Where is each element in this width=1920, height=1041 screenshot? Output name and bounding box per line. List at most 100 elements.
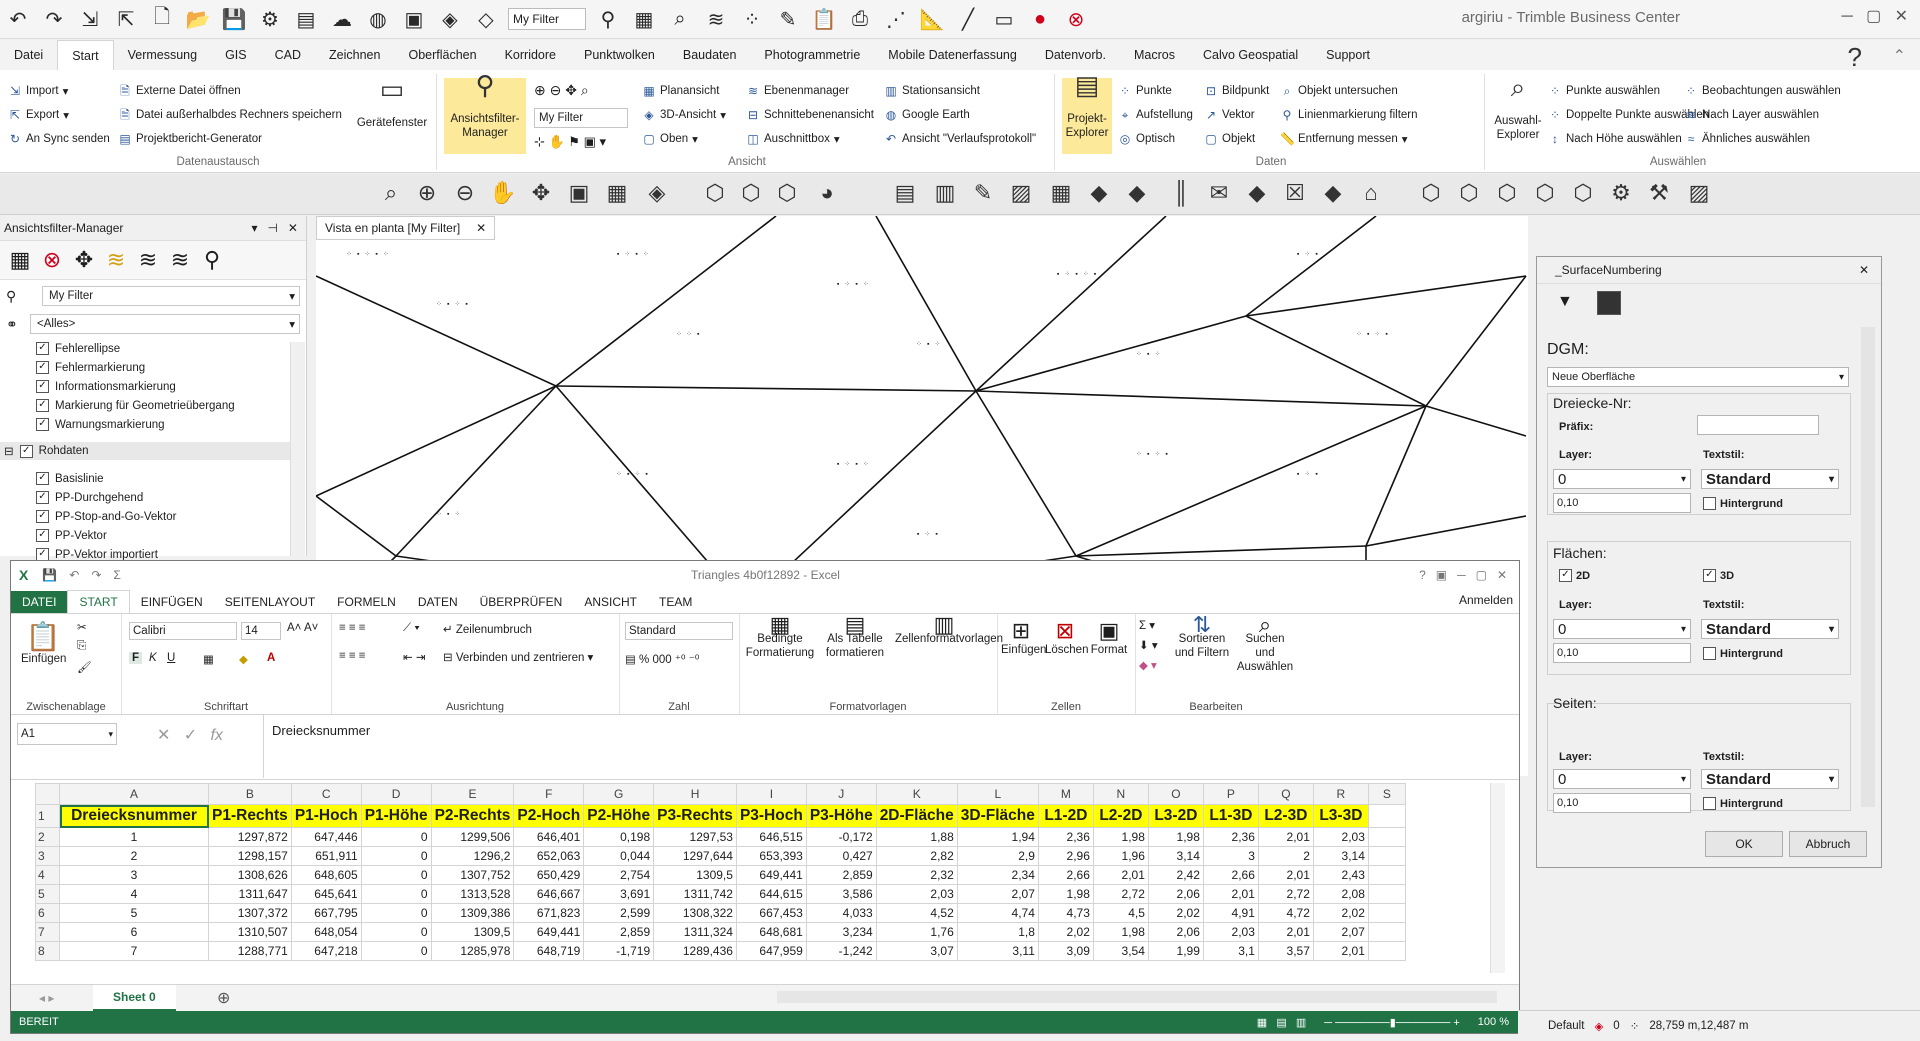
row-number[interactable]: 6 bbox=[35, 903, 60, 923]
header-cell[interactable]: Dreiecksnummer bbox=[59, 804, 209, 828]
data-cell[interactable]: 1288,771 bbox=[208, 941, 292, 961]
empty-cell[interactable] bbox=[1367, 846, 1406, 866]
data-cell[interactable]: 1,98 bbox=[1147, 827, 1204, 847]
tab-punktwolken[interactable]: Punktwolken bbox=[570, 40, 669, 70]
line-marker-filter-button[interactable]: ⚲ Linienmarkierung filtern bbox=[1280, 108, 1418, 122]
select-by-height-button[interactable]: ↕ Nach Höhe auswählen bbox=[1548, 132, 1682, 146]
python-icon[interactable]: ◆ bbox=[1318, 178, 1348, 208]
autosum-icon[interactable]: Σ ▾ bbox=[1139, 618, 1155, 632]
row-number[interactable]: 7 bbox=[35, 922, 60, 942]
worksheet-grid[interactable]: ABCDEFGHIJKLMNOPQRS 1 Dreiecksnummer P1-Re… bbox=[35, 783, 1406, 961]
data-cell[interactable]: 4,91 bbox=[1202, 903, 1259, 923]
sum-icon[interactable]: Σ bbox=[113, 568, 120, 582]
data-cell[interactable]: 648,605 bbox=[290, 865, 362, 885]
data-cell[interactable]: 2 bbox=[1257, 846, 1314, 866]
conditional-format-button[interactable]: ▦ Bedingte Formatierung bbox=[745, 614, 815, 660]
points-button[interactable]: ⁘ Punkte bbox=[1118, 84, 1172, 98]
formula-input[interactable]: Dreiecksnummer bbox=[263, 715, 1507, 778]
external-open-button[interactable]: 🗎 Externe Datei öffnen bbox=[118, 84, 240, 98]
data-cell[interactable]: 0 bbox=[360, 922, 432, 942]
data-cell[interactable]: 3,14 bbox=[1312, 846, 1369, 866]
excel-window-controls[interactable]: ? ▣ ─ ▢ ✕ bbox=[1419, 568, 1507, 582]
data-cell[interactable]: 2,03 bbox=[875, 884, 958, 904]
data-cell[interactable]: 2,02 bbox=[1147, 903, 1204, 923]
data-cell[interactable]: 0 bbox=[360, 903, 432, 923]
data-cell[interactable]: 648,719 bbox=[513, 941, 585, 961]
data-cell[interactable]: 671,823 bbox=[513, 903, 585, 923]
data-cell[interactable]: 3 bbox=[1202, 846, 1259, 866]
zoom-slider[interactable]: ─ ───────▮─────── + bbox=[1324, 1016, 1460, 1029]
ribbon-options-icon[interactable]: ⌃ bbox=[1893, 46, 1906, 66]
data-cell[interactable]: 1,8 bbox=[956, 922, 1039, 942]
row-number[interactable]: 2 bbox=[35, 827, 60, 847]
column-header[interactable]: C bbox=[290, 783, 362, 805]
filter-star-icon[interactable]: ⚲ bbox=[593, 4, 623, 34]
project-explorer-button[interactable]: ▤ Projekt-Explorer bbox=[1062, 72, 1112, 154]
move-icon[interactable]: ✥ bbox=[70, 246, 98, 274]
empty-cell[interactable] bbox=[1367, 804, 1406, 828]
house-icon[interactable]: ⌂ bbox=[1356, 178, 1386, 208]
data-cell[interactable]: 2,08 bbox=[1312, 884, 1369, 904]
data-cell[interactable]: 3,1 bbox=[1202, 941, 1259, 961]
tab-daten[interactable]: DATEN bbox=[407, 591, 469, 613]
wall-icon[interactable]: ▨ bbox=[1006, 178, 1036, 208]
data-cell[interactable]: 2,07 bbox=[1312, 922, 1369, 942]
empty-cell[interactable] bbox=[1367, 941, 1406, 961]
view-tools[interactable]: ⊹ ✋ ⚑ ▣ ▾ bbox=[534, 134, 606, 150]
number-format-select[interactable]: Standard bbox=[625, 622, 733, 640]
collapse-icon[interactable]: ▼ bbox=[1557, 293, 1573, 311]
data-cell[interactable]: 647,446 bbox=[290, 827, 362, 847]
layer-icon[interactable]: ◇ bbox=[471, 4, 501, 34]
redo-icon[interactable]: ↷ bbox=[39, 4, 69, 34]
data-cell[interactable]: 4,52 bbox=[875, 903, 958, 923]
orientation-icon[interactable]: ⟋ ▾ bbox=[403, 622, 420, 635]
data-cell[interactable]: 1,96 bbox=[1092, 846, 1149, 866]
empty-cell[interactable] bbox=[1367, 865, 1406, 885]
redo-icon[interactable]: ↷ bbox=[91, 568, 101, 582]
data-cell[interactable]: 0,198 bbox=[583, 827, 655, 847]
column-header[interactable]: M bbox=[1037, 783, 1094, 805]
text-size-input[interactable]: 0,10 bbox=[1553, 643, 1691, 663]
sheet-icon[interactable]: ▥ bbox=[930, 178, 960, 208]
data-cell[interactable]: 2,03 bbox=[1312, 827, 1369, 847]
filter-manager-button[interactable]: ⚲ Ansichtsfilter-Manager bbox=[444, 72, 526, 154]
select-similar-button[interactable]: ≈ Ähnliches auswählen bbox=[1684, 132, 1810, 146]
align-top-icon[interactable]: ≡ ≡ ≡ bbox=[339, 622, 366, 634]
tab-support[interactable]: Support bbox=[1312, 40, 1384, 70]
tools-icon[interactable]: ⚒ bbox=[1644, 178, 1674, 208]
tab-datei[interactable]: Datei bbox=[0, 40, 57, 70]
data-cell[interactable]: 647,218 bbox=[290, 941, 362, 961]
open-folder-icon[interactable]: 📂 bbox=[183, 4, 213, 34]
background-option[interactable]: Hintergrund bbox=[1703, 797, 1783, 810]
column-header[interactable]: E bbox=[430, 783, 515, 805]
filter-item[interactable]: ✓ Fehlerellipse bbox=[36, 342, 120, 355]
tab-photogrammetrie[interactable]: Photogrammetrie bbox=[750, 40, 874, 70]
font-color-icon[interactable]: A bbox=[267, 652, 275, 664]
data-cell[interactable]: 2,02 bbox=[1312, 903, 1369, 923]
google-earth-button[interactable]: ◍ Google Earth bbox=[884, 108, 970, 122]
column-header[interactable]: Q bbox=[1257, 783, 1314, 805]
font-select[interactable]: Calibri bbox=[129, 622, 237, 640]
header-cell[interactable]: L1-2D bbox=[1037, 804, 1094, 828]
empty-cell[interactable] bbox=[1367, 903, 1406, 923]
data-cell[interactable]: 3,09 bbox=[1037, 941, 1094, 961]
data-cell[interactable]: 2,72 bbox=[1257, 884, 1314, 904]
select-points-button[interactable]: ⁘ Punkte auswählen bbox=[1548, 84, 1660, 98]
header-cell[interactable]: P1-Rechts bbox=[208, 804, 292, 828]
row-number[interactable]: 5 bbox=[35, 884, 60, 904]
data-cell[interactable]: 644,615 bbox=[735, 884, 807, 904]
history-view-button[interactable]: ↶ Ansicht "Verlaufsprotokoll" bbox=[884, 132, 1036, 146]
data-cell[interactable]: 1308,626 bbox=[208, 865, 292, 885]
column-header[interactable]: I bbox=[735, 783, 807, 805]
data-cell[interactable]: 2,01 bbox=[1257, 827, 1314, 847]
data-cell[interactable]: 1296,2 bbox=[430, 846, 515, 866]
column-header[interactable]: N bbox=[1092, 783, 1149, 805]
filter-item[interactable]: ✓ PP-Vektor bbox=[36, 529, 107, 542]
close-icon[interactable]: ✕ bbox=[1859, 263, 1869, 277]
python-icon[interactable]: ◆ bbox=[1084, 178, 1114, 208]
data-cell[interactable]: 3,14 bbox=[1147, 846, 1204, 866]
zoom-tools[interactable]: ⊕ ⊖ ✥ ⌕ bbox=[534, 82, 589, 99]
object-button[interactable]: ▢ Objekt bbox=[1204, 132, 1255, 146]
python-icon[interactable]: ◆ bbox=[1122, 178, 1152, 208]
checkbox[interactable] bbox=[1703, 497, 1716, 510]
